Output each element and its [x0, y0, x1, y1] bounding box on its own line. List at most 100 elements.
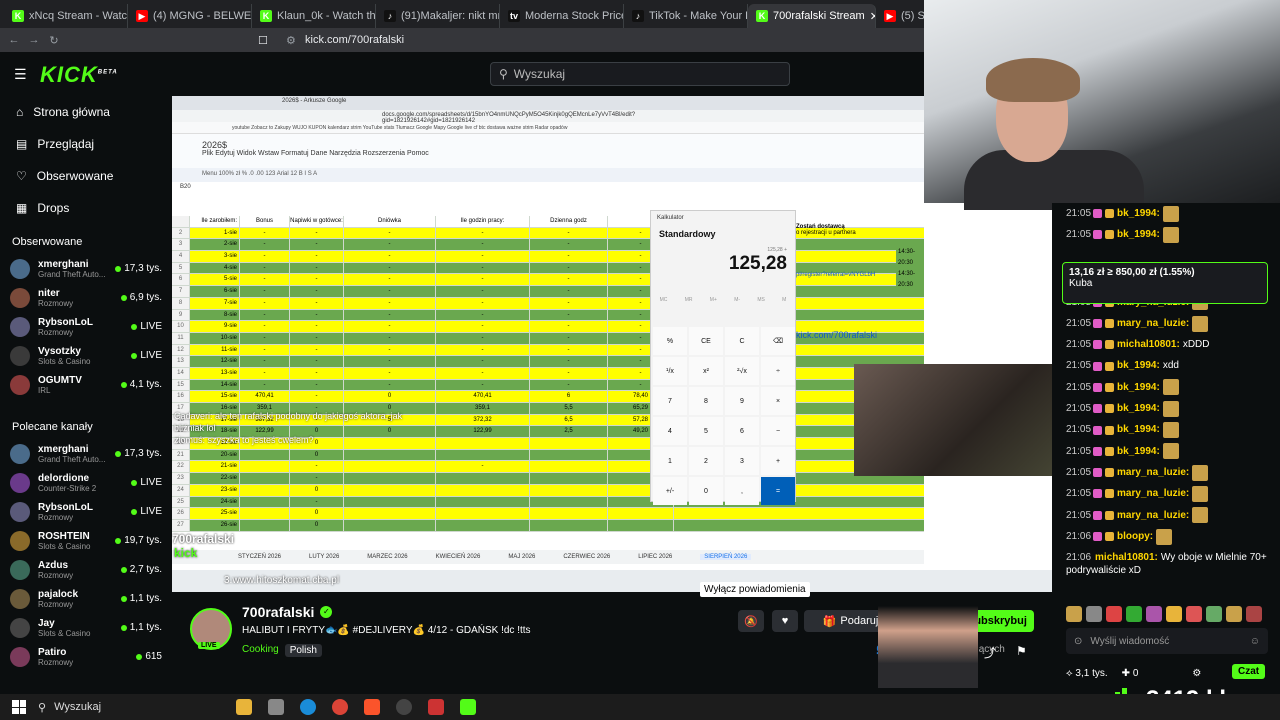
- sidebar-channel[interactable]: Jay Slots & Casino 1,1 tys.: [0, 613, 172, 642]
- obs-icon[interactable]: [396, 699, 412, 715]
- menu-icon[interactable]: ☰: [14, 66, 27, 83]
- app2-icon[interactable]: [428, 699, 444, 715]
- channel-name: RybsonLoL: [38, 316, 93, 328]
- bookmark-icon[interactable]: ☐: [258, 34, 268, 47]
- stream-player[interactable]: 2026$ - Arkusze Google docs.google.com/s…: [172, 96, 1052, 592]
- search-input[interactable]: ⚲ Wyszukaj: [490, 62, 790, 86]
- points-count[interactable]: ⟡ 3,1 tys.: [1066, 668, 1108, 679]
- sidebar-channel[interactable]: RybsonLoL Rozmowy LIVE: [0, 497, 172, 526]
- folder-icon[interactable]: [236, 699, 252, 715]
- live-dot-icon: [120, 294, 127, 301]
- channel-category: Rozmowy: [38, 599, 74, 609]
- sidebar-channel[interactable]: niter Rozmowy 6,9 tys.: [0, 283, 172, 312]
- emote-icon[interactable]: [1246, 606, 1262, 622]
- chat-username[interactable]: mary_na_luzie:: [1117, 505, 1189, 526]
- emoji-icon[interactable]: ☺: [1250, 636, 1260, 647]
- forward-icon[interactable]: →: [24, 34, 44, 46]
- chat-username[interactable]: bk_1994:: [1117, 377, 1160, 398]
- live-dot-icon: [136, 653, 143, 660]
- chat-username[interactable]: mary_na_luzie:: [1117, 483, 1189, 504]
- follow-button[interactable]: ♥: [772, 610, 798, 632]
- browser-tab[interactable]: KxNcq Stream - Watch Live: [4, 4, 128, 28]
- language-tag[interactable]: Polish: [284, 644, 322, 657]
- sidebar-channel[interactable]: xmerghani Grand Theft Auto... 17,3 tys.: [0, 254, 172, 283]
- app-icon[interactable]: [268, 699, 284, 715]
- streamer-name[interactable]: 700rafalski ✓: [242, 604, 333, 620]
- badge-icon: [1105, 404, 1114, 414]
- browser-tab[interactable]: tv Moderna Stock Price — M: [500, 4, 624, 28]
- sidebar-channel[interactable]: RybsonLoL Rozmowy LIVE: [0, 312, 172, 341]
- emote-icon[interactable]: [1166, 606, 1182, 622]
- browser-tab[interactable]: ▶ (4) MGNG - BELWEDER (o: [128, 4, 252, 28]
- brave-icon[interactable]: [364, 699, 380, 715]
- chat-username[interactable]: bk_1994:: [1117, 203, 1160, 224]
- sidebar-channel[interactable]: pajalock Rozmowy 1,1 tys.: [0, 584, 172, 613]
- sidebar-channel[interactable]: Vysotzky Slots & Casino LIVE: [0, 341, 172, 370]
- chat-username[interactable]: bk_1994:: [1117, 441, 1160, 462]
- emote-icon[interactable]: [1066, 606, 1082, 622]
- emote-icon[interactable]: [1206, 606, 1222, 622]
- chat-username[interactable]: mary_na_luzie:: [1117, 462, 1189, 483]
- calc-mem-key: MC: [659, 297, 668, 303]
- chat-username[interactable]: bloopy:: [1117, 526, 1153, 547]
- reload-icon[interactable]: ↻: [44, 34, 64, 47]
- nav-drops[interactable]: ▦ Drops: [0, 192, 172, 224]
- ss-grid: Ile zarobiłem:Bonus (wyzwania):Napiwki w…: [172, 216, 924, 538]
- edge-icon[interactable]: [300, 699, 316, 715]
- avatar: [10, 501, 30, 522]
- sidebar-channel[interactable]: xmerghani Grand Theft Auto... 17,3 tys.: [0, 439, 172, 468]
- chat-username[interactable]: bk_1994:: [1117, 419, 1160, 440]
- report-icon[interactable]: ⚑: [1016, 644, 1027, 658]
- chat-send-button[interactable]: Czat: [1232, 664, 1266, 679]
- emote-icon[interactable]: [1106, 606, 1122, 622]
- windows-start-icon[interactable]: [12, 700, 26, 714]
- emote-icon[interactable]: [1226, 606, 1242, 622]
- emote-icon[interactable]: [1146, 606, 1162, 622]
- chrome-icon[interactable]: [332, 699, 348, 715]
- site-info-icon[interactable]: ⚙: [286, 34, 296, 47]
- browser-tab[interactable]: K Klaun_0k - Watch the VOD: [252, 4, 376, 28]
- notifications-button[interactable]: 🔕: [738, 610, 764, 632]
- channel-category: Rozmowy: [38, 657, 74, 667]
- chat-username[interactable]: bk_1994:: [1117, 224, 1160, 245]
- kick-app-icon[interactable]: [460, 699, 476, 715]
- sidebar-channel[interactable]: delordione Counter-Strike 2 LIVE: [0, 468, 172, 497]
- chat-settings-icon[interactable]: ⊙: [1074, 636, 1082, 647]
- nav-heart[interactable]: ♡ Obserwowane: [0, 160, 172, 192]
- chat-username[interactable]: michal10801:: [1095, 552, 1158, 563]
- chat-username[interactable]: bk_1994:: [1117, 355, 1160, 376]
- bell-off-icon: 🔕: [744, 615, 758, 628]
- url-text[interactable]: kick.com/700rafalski: [305, 34, 404, 46]
- category-link[interactable]: Cooking: [242, 644, 279, 657]
- sidebar-channel[interactable]: OGUMTV IRL 4,1 tys.: [0, 370, 172, 399]
- sidebar-channel[interactable]: Patiro Rozmowy 615: [0, 642, 172, 671]
- os-search[interactable]: ⚲ Wyszukaj: [38, 701, 228, 714]
- badge-icon: [1105, 489, 1114, 499]
- back-icon[interactable]: ←: [4, 34, 24, 46]
- nav-browse[interactable]: ▤ Przeglądaj: [0, 128, 172, 160]
- chat-input[interactable]: ⊙ Wyślij wiadomość ☺: [1066, 628, 1268, 654]
- browser-tab[interactable]: ♪ (91)Makaljer: nikt mnie ni: [376, 4, 500, 28]
- calc-key: ×: [761, 387, 795, 415]
- badge-icon: [1105, 510, 1114, 520]
- browser-tab[interactable]: K700rafalski Stream✕: [748, 4, 876, 28]
- sidebar-channel[interactable]: ROSHTEIN Slots & Casino 19,7 tys.: [0, 526, 172, 555]
- sidebar-channel[interactable]: Azdus Rozmowy 2,7 tys.: [0, 555, 172, 584]
- share-icon[interactable]: ⤴: [984, 644, 996, 661]
- chat-username[interactable]: mary_na_luzie:: [1117, 313, 1189, 334]
- channel-name: Vysotzky: [38, 345, 81, 357]
- stream-tags: Cooking Polish: [242, 644, 322, 657]
- browser-tab[interactable]: ♪ TikTok - Make Your Day: [624, 4, 748, 28]
- emote-icon[interactable]: [1186, 606, 1202, 622]
- emote-icon[interactable]: [1086, 606, 1102, 622]
- chat-message: 21:05 bk_1994:: [1052, 377, 1280, 398]
- nav-home[interactable]: ⌂ Strona główna: [0, 96, 172, 128]
- badge-icon: [1105, 446, 1114, 456]
- chat-settings-gear-icon[interactable]: ⚙: [1192, 668, 1201, 679]
- ss-hours: 14:30-20:30 14:30-20:30: [896, 246, 924, 292]
- chat-username[interactable]: bk_1994:: [1117, 398, 1160, 419]
- emote-icon[interactable]: [1126, 606, 1142, 622]
- kick-logo[interactable]: KICKBETA: [40, 62, 118, 88]
- chat-username[interactable]: michal10801:: [1117, 334, 1180, 355]
- badge-icon: [1093, 532, 1102, 541]
